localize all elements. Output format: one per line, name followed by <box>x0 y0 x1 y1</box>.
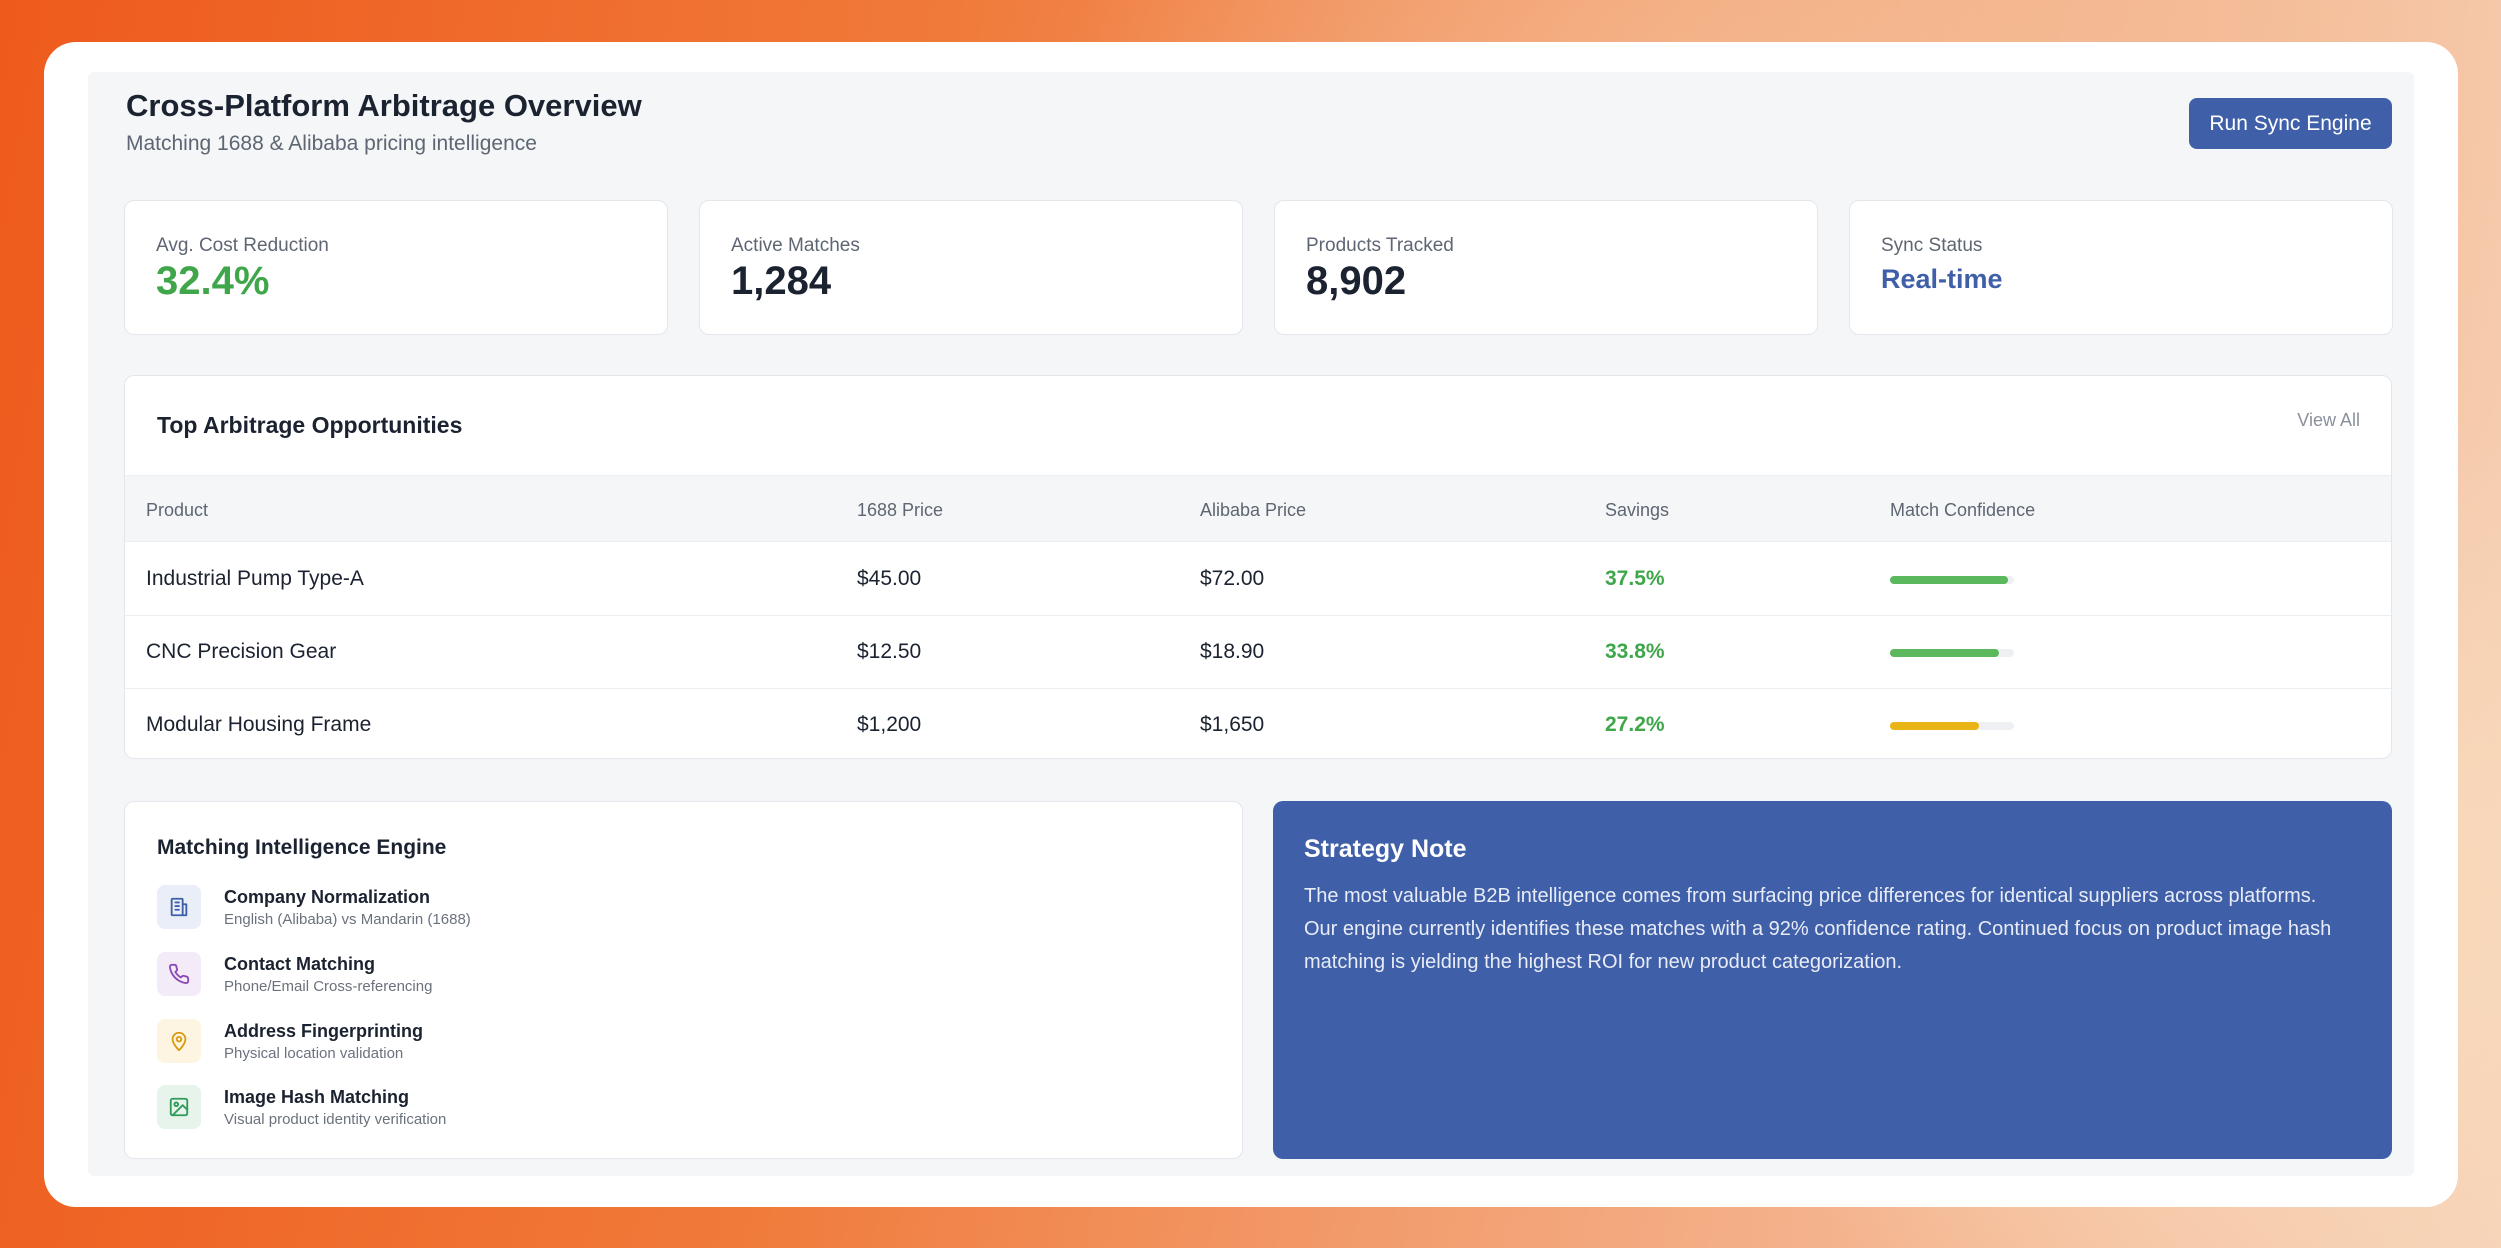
feature-image-hash-matching: Image Hash Matching Visual product ident… <box>157 1084 757 1132</box>
cell-savings: 37.5% <box>1605 567 1665 590</box>
view-all-link[interactable]: View All <box>2297 410 2360 431</box>
page-subtitle: Matching 1688 & Alibaba pricing intellig… <box>126 132 537 155</box>
feature-contact-matching: Contact Matching Phone/Email Cross-refer… <box>157 951 757 999</box>
feature-name: Company Normalization <box>224 887 431 907</box>
note-body: The most valuable B2B intelligence comes… <box>1304 885 2332 973</box>
stat-card-avg-cost-reduction: Avg. Cost Reduction 32.4% <box>124 200 668 335</box>
column-header-savings: Savings <box>1605 500 1670 520</box>
stat-label: Active Matches <box>731 235 860 256</box>
image-icon <box>157 1085 201 1129</box>
feature-desc: Physical location validation <box>224 1045 404 1062</box>
cell-product: Industrial Pump Type-A <box>146 567 364 590</box>
cell-1688-price: $1,200 <box>857 713 922 736</box>
phone-icon <box>157 952 201 996</box>
column-header-product: Product <box>146 500 209 520</box>
note-title: Strategy Note <box>1304 835 1467 863</box>
table-row[interactable]: Modular Housing Frame $1,200 $1,650 27.2… <box>125 689 2391 758</box>
strategy-note-card: Strategy Note The most valuable B2B inte… <box>1273 801 2392 1159</box>
feature-name: Contact Matching <box>224 954 375 974</box>
confidence-bar-fill <box>1890 576 2008 584</box>
feature-desc: Phone/Email Cross-referencing <box>224 978 433 995</box>
cell-savings: 33.8% <box>1605 640 1665 663</box>
run-sync-engine-button[interactable]: Run Sync Engine <box>2189 98 2392 149</box>
column-header-1688-price: 1688 Price <box>857 500 944 520</box>
table-header: Product 1688 Price Alibaba Price Savings… <box>125 475 2391 542</box>
column-header-match-confidence: Match Confidence <box>1890 500 2036 520</box>
stat-label: Avg. Cost Reduction <box>156 235 329 256</box>
matching-intelligence-engine-card: Matching Intelligence Engine Company Nor… <box>124 801 1243 1159</box>
cell-alibaba-price: $72.00 <box>1200 567 1265 590</box>
feature-desc: Visual product identity verification <box>224 1111 447 1128</box>
cell-1688-price: $12.50 <box>857 640 922 663</box>
cell-product: CNC Precision Gear <box>146 640 337 663</box>
feature-name: Image Hash Matching <box>224 1087 410 1107</box>
map-pin-icon <box>157 1019 201 1063</box>
stat-card-active-matches: Active Matches 1,284 <box>699 200 1243 335</box>
cell-1688-price: $45.00 <box>857 567 922 590</box>
table-row[interactable]: CNC Precision Gear $12.50 $18.90 33.8% <box>125 616 2391 689</box>
confidence-bar <box>1890 722 2014 730</box>
confidence-bar-fill <box>1890 722 1980 730</box>
cell-alibaba-price: $1,650 <box>1200 713 1265 736</box>
confidence-bar <box>1890 649 2014 657</box>
stat-label: Products Tracked <box>1306 235 1454 256</box>
stat-value: 32.4% <box>156 259 270 303</box>
feature-company-normalization: Company Normalization English (Alibaba) … <box>157 884 757 932</box>
page-title: Cross-Platform Arbitrage Overview <box>126 88 642 123</box>
column-header-alibaba-price: Alibaba Price <box>1200 500 1307 520</box>
table-row[interactable]: Industrial Pump Type-A $45.00 $72.00 37.… <box>125 543 2391 616</box>
building-icon <box>157 885 201 929</box>
stat-card-products-tracked: Products Tracked 8,902 <box>1274 200 1818 335</box>
engine-title: Matching Intelligence Engine <box>157 836 447 859</box>
feature-name: Address Fingerprinting <box>224 1021 424 1041</box>
confidence-bar <box>1890 576 2014 584</box>
table-title: Top Arbitrage Opportunities <box>157 412 463 438</box>
cell-product: Modular Housing Frame <box>146 713 372 736</box>
arbitrage-opportunities-table: Top Arbitrage Opportunities View All Pro… <box>124 375 2392 759</box>
stat-value: 8,902 <box>1306 259 1407 303</box>
stat-label: Sync Status <box>1881 235 1983 256</box>
feature-desc: English (Alibaba) vs Mandarin (1688) <box>224 911 471 928</box>
stat-value: 1,284 <box>731 259 832 303</box>
confidence-bar-fill <box>1890 649 2000 657</box>
stat-card-sync-status: Sync Status Real-time <box>1849 200 2393 335</box>
cell-savings: 27.2% <box>1605 713 1665 736</box>
feature-address-fingerprinting: Address Fingerprinting Physical location… <box>157 1018 757 1066</box>
stat-value: Real-time <box>1881 264 2003 294</box>
cell-alibaba-price: $18.90 <box>1200 640 1265 663</box>
